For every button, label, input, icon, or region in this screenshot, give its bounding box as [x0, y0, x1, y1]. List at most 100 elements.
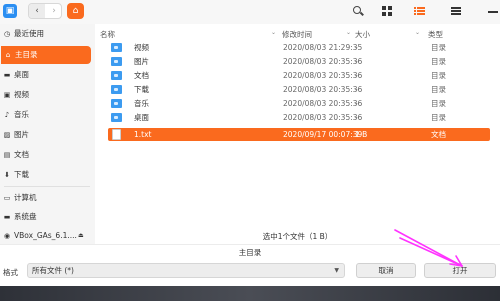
folder-icon [111, 43, 122, 52]
file-type: 目录 [431, 85, 446, 94]
file-type: 目录 [431, 99, 446, 108]
folder-icon [111, 85, 122, 94]
file-type-value: 所有文件 (*) [32, 266, 74, 275]
chevron-down-icon: ⌄ [346, 29, 352, 36]
home-icon: ⌂ [5, 51, 11, 59]
folder-icon [111, 57, 122, 66]
sidebar-item-desktop[interactable]: ▬ 桌面 [0, 66, 92, 84]
cancel-button[interactable]: 取消 [356, 263, 416, 278]
chevron-down-icon: ⌄ [415, 29, 421, 36]
column-header-modified[interactable]: 修改时间 [282, 29, 312, 40]
file-modified: 2020/08/03 21:29:35 [283, 43, 363, 52]
sidebar-item-computer[interactable]: ▭ 计算机 [0, 189, 92, 207]
desktop-wallpaper [0, 286, 500, 301]
sidebar-item-system-disk[interactable]: ▬ 系统盘 [0, 208, 92, 226]
column-header-size[interactable]: 大小 [355, 29, 370, 40]
table-row[interactable]: 音乐 2020/08/03 20:35:36 - 目录 [108, 97, 490, 110]
file-filter-bar: 格式 所有文件 (*) ▼ 取消 打开 [0, 260, 500, 286]
video-icon: ▣ [3, 91, 11, 99]
sidebar-item-label: 视频 [14, 90, 29, 99]
text-file-icon [112, 129, 121, 140]
file-size: 1 B [355, 130, 368, 139]
sidebar-item-label: 音乐 [14, 110, 29, 119]
list-view-icon[interactable] [414, 5, 426, 17]
folder-icon [111, 71, 122, 80]
navigation-buttons: ‹ › [28, 3, 62, 19]
open-button[interactable]: 打开 [424, 263, 496, 278]
file-size: - [355, 71, 358, 80]
file-modified: 2020/08/03 20:35:36 [283, 113, 363, 122]
cdrom-icon: ◉ [3, 232, 11, 240]
table-row[interactable]: 文档 2020/08/03 20:35:36 - 目录 [108, 69, 490, 82]
sidebar-item-vbox-cd[interactable]: ◉ VBox_GAs_6.1.... ⏏ [0, 227, 92, 245]
sidebar-item-recent[interactable]: ◷ 最近使用 [0, 25, 92, 43]
sidebar-item-videos[interactable]: ▣ 视频 [0, 86, 92, 104]
file-size: - [355, 57, 358, 66]
sidebar-item-label: 文档 [14, 150, 29, 159]
sidebar-item-downloads[interactable]: ⬇ 下载 [0, 166, 92, 184]
sidebar-item-label: 主目录 [15, 50, 38, 59]
table-row[interactable]: 视频 2020/08/03 21:29:35 - 目录 [108, 41, 490, 54]
computer-icon: ▭ [3, 194, 11, 202]
title-toolbar: ▣ ‹ › ⌂ [0, 0, 500, 24]
file-list: 名称 ⌄ 修改时间 ⌄ 大小 ⌄ 类型 视频 2020/08/03 21:29:… [95, 24, 500, 244]
chevron-left-icon[interactable]: ‹ [29, 4, 45, 18]
filter-label: 格式 [3, 268, 18, 277]
file-type: 文档 [431, 130, 446, 139]
column-header-name[interactable]: 名称 [100, 29, 115, 40]
sidebar-item-label: VBox_GAs_6.1.... [14, 231, 77, 240]
file-dialog-window: ▣ ‹ › ⌂ ◷ 最近使用 ⌂ 主目录 ▬ 桌面 ▣ 视频 ♪ 音乐 ▨ 图片… [0, 0, 500, 286]
sidebar-item-label: 桌面 [14, 70, 29, 79]
folder-icon [111, 113, 122, 122]
sidebar-item-documents[interactable]: ▤ 文档 [0, 146, 92, 164]
file-size: - [355, 85, 358, 94]
disk-icon: ▬ [3, 213, 11, 221]
minimize-icon[interactable] [488, 5, 500, 17]
document-icon: ▤ [3, 151, 11, 159]
sidebar-item-label: 下载 [14, 170, 29, 179]
icon-view-icon[interactable] [381, 5, 393, 17]
column-header-type[interactable]: 类型 [428, 29, 443, 40]
current-directory-label: 主目录 [0, 244, 500, 260]
file-type: 目录 [431, 71, 446, 80]
file-type: 目录 [431, 57, 446, 66]
chevron-down-icon: ⌄ [271, 29, 277, 36]
selection-status: 选中1个文件（1 B） [262, 232, 333, 241]
file-modified: 2020/09/17 00:07:39 [283, 130, 363, 139]
file-modified: 2020/08/03 20:35:36 [283, 57, 363, 66]
file-name: 桌面 [134, 113, 149, 122]
table-row[interactable]: 1.txt 2020/09/17 00:07:39 1 B 文档 [108, 128, 490, 141]
desktop-icon: ▬ [3, 71, 11, 79]
sidebar-item-home[interactable]: ⌂ 主目录 [1, 46, 91, 64]
file-type: 目录 [431, 43, 446, 52]
file-type: 目录 [431, 113, 446, 122]
sidebar-item-label: 图片 [14, 130, 29, 139]
file-name: 1.txt [134, 130, 152, 139]
chevron-down-icon: ▼ [334, 267, 339, 274]
file-name: 下载 [134, 85, 149, 94]
sidebar-item-label: 计算机 [14, 193, 37, 202]
table-row[interactable]: 桌面 2020/08/03 20:35:36 - 目录 [108, 111, 490, 124]
file-name: 音乐 [134, 99, 149, 108]
sidebar-item-music[interactable]: ♪ 音乐 [0, 106, 92, 124]
sidebar-item-pictures[interactable]: ▨ 图片 [0, 126, 92, 144]
menu-icon[interactable] [450, 5, 462, 17]
table-row[interactable]: 下载 2020/08/03 20:35:36 - 目录 [108, 83, 490, 96]
sidebar-divider [4, 186, 90, 187]
file-name: 图片 [134, 57, 149, 66]
file-type-select[interactable]: 所有文件 (*) ▼ [27, 263, 345, 278]
eject-icon[interactable]: ⏏ [78, 227, 84, 245]
folder-icon [111, 99, 122, 108]
search-icon[interactable] [352, 5, 364, 17]
sidebar-item-label: 系统盘 [14, 212, 37, 221]
music-icon: ♪ [4, 111, 10, 119]
table-row[interactable]: 图片 2020/08/03 20:35:36 - 目录 [108, 55, 490, 68]
file-modified: 2020/08/03 20:35:36 [283, 71, 363, 80]
file-size: - [355, 43, 358, 52]
file-size: - [355, 99, 358, 108]
file-name: 视频 [134, 43, 149, 52]
clock-icon: ◷ [3, 30, 11, 38]
home-breadcrumb-button[interactable]: ⌂ [67, 3, 84, 19]
chevron-right-icon[interactable]: › [46, 4, 62, 18]
file-name: 文档 [134, 71, 149, 80]
